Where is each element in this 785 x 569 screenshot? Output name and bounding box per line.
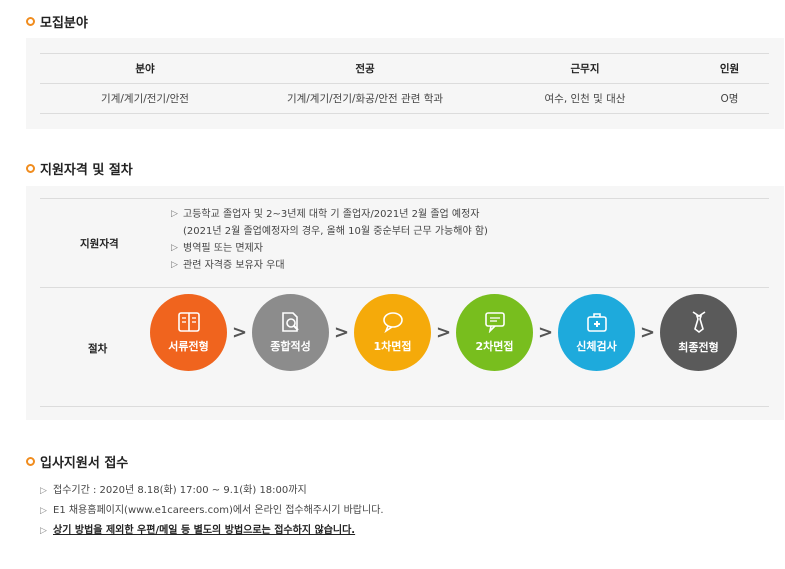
step-aptitude-test: 종합적성 [252,294,329,371]
step-label: 1차면접 [373,340,412,353]
speech-bubble-icon [382,312,403,333]
table-cell: 기계/계기/전기/안전 [40,83,250,114]
triangle-arrow-icon: ▷ [171,260,178,270]
triangle-arrow-icon: ▷ [40,506,47,516]
triangle-arrow-icon: ▷ [171,243,178,253]
section-title-recruitment: 모집분야 [26,12,88,31]
qualification-label: 지원자격 [80,238,119,250]
step-first-interview: 1차면접 [354,294,431,371]
table-row: 기계/계기/전기/안전 기계/계기/전기/화공/안전 관련 학과 여수, 인천 … [40,83,769,114]
chat-box-icon [484,312,505,333]
list-item: ▷ 접수기간 : 2020년 8.18(화) 17:00 ~ 9.1(화) 18… [40,481,384,501]
procedure-steps: 서류전형 > 종합적성 > 1차면접 > 2차면접 > 신체검사 > 최종전형 [150,294,737,371]
table-header-row: 분야 전공 근무지 인원 [40,53,769,84]
qualification-list: ▷ 고등학교 졸업자 및 2~3년제 대학 기 졸업자/2021년 2월 졸업 … [171,206,488,274]
list-item: ▷ 상기 방법을 제외한 우편/메일 등 별도의 방법으로는 접수하지 않습니다… [40,521,384,541]
list-item: ▷ 병역필 또는 면제자 [171,240,488,257]
table-cell: 여수, 인천 및 대산 [480,83,690,114]
book-icon [177,312,200,332]
warning-text: 상기 방법을 제외한 우편/메일 등 별도의 방법으로는 접수하지 않습니다. [53,525,356,536]
recruitment-box: 분야 전공 근무지 인원 기계/계기/전기/안전 기계/계기/전기/화공/안전 … [26,38,784,129]
application-list: ▷ 접수기간 : 2020년 8.18(화) 17:00 ~ 9.1(화) 18… [40,481,384,541]
list-item: ▷ 관련 자격증 보유자 우대 [171,257,488,274]
section-title-application: 입사지원서 접수 [26,452,128,471]
step-physical-exam: 신체검사 [558,294,635,371]
list-item: (2021년 2월 졸업예정자의 경우, 올해 10월 중순부터 근무 가능해야… [183,226,488,237]
table-cell: 기계/계기/전기/화공/안전 관련 학과 [250,83,480,114]
recruitment-table: 분야 전공 근무지 인원 기계/계기/전기/안전 기계/계기/전기/화공/안전 … [40,53,769,114]
triangle-arrow-icon: ▷ [40,526,47,536]
step-label: 2차면접 [475,340,514,353]
table-header: 분야 [40,53,250,84]
table-header: 근무지 [480,53,690,84]
step-final-selection: 최종전형 [660,294,737,371]
triangle-arrow-icon: ▷ [40,486,47,496]
section-title-text: 지원자격 및 절차 [40,163,133,178]
table-header: 인원 [690,53,769,84]
list-item: ▷ 고등학교 졸업자 및 2~3년제 대학 기 졸업자/2021년 2월 졸업 … [171,206,488,223]
necktie-icon [692,311,705,333]
chevron-right-icon: > [639,322,656,343]
chevron-right-icon: > [333,322,350,343]
document-search-icon [281,312,299,332]
divider [40,198,769,199]
table-header: 전공 [250,53,480,84]
step-second-interview: 2차면접 [456,294,533,371]
orange-ring-icon [26,457,35,466]
divider [40,287,769,288]
list-item: ▷ E1 채용홈페이지(www.e1careers.com)에서 온라인 접수해… [40,501,384,521]
table-cell: O명 [690,83,769,114]
section-title-qualification: 지원자격 및 절차 [26,159,133,178]
chevron-right-icon: > [435,322,452,343]
qualification-box: 지원자격 ▷ 고등학교 졸업자 및 2~3년제 대학 기 졸업자/2021년 2… [26,186,784,420]
step-document-screening: 서류전형 [150,294,227,371]
step-label: 신체검사 [576,340,617,353]
section-title-text: 모집분야 [40,16,88,31]
step-label: 최종전형 [678,341,719,354]
step-label: 서류전형 [168,340,209,353]
procedure-label: 절차 [88,343,108,355]
chevron-right-icon: > [537,322,554,343]
chevron-right-icon: > [231,322,248,343]
divider [40,406,769,407]
triangle-arrow-icon: ▷ [171,209,178,219]
medical-kit-icon [586,313,607,332]
orange-ring-icon [26,164,35,173]
orange-ring-icon [26,17,35,26]
step-label: 종합적성 [270,340,311,353]
section-title-text: 입사지원서 접수 [40,456,129,471]
